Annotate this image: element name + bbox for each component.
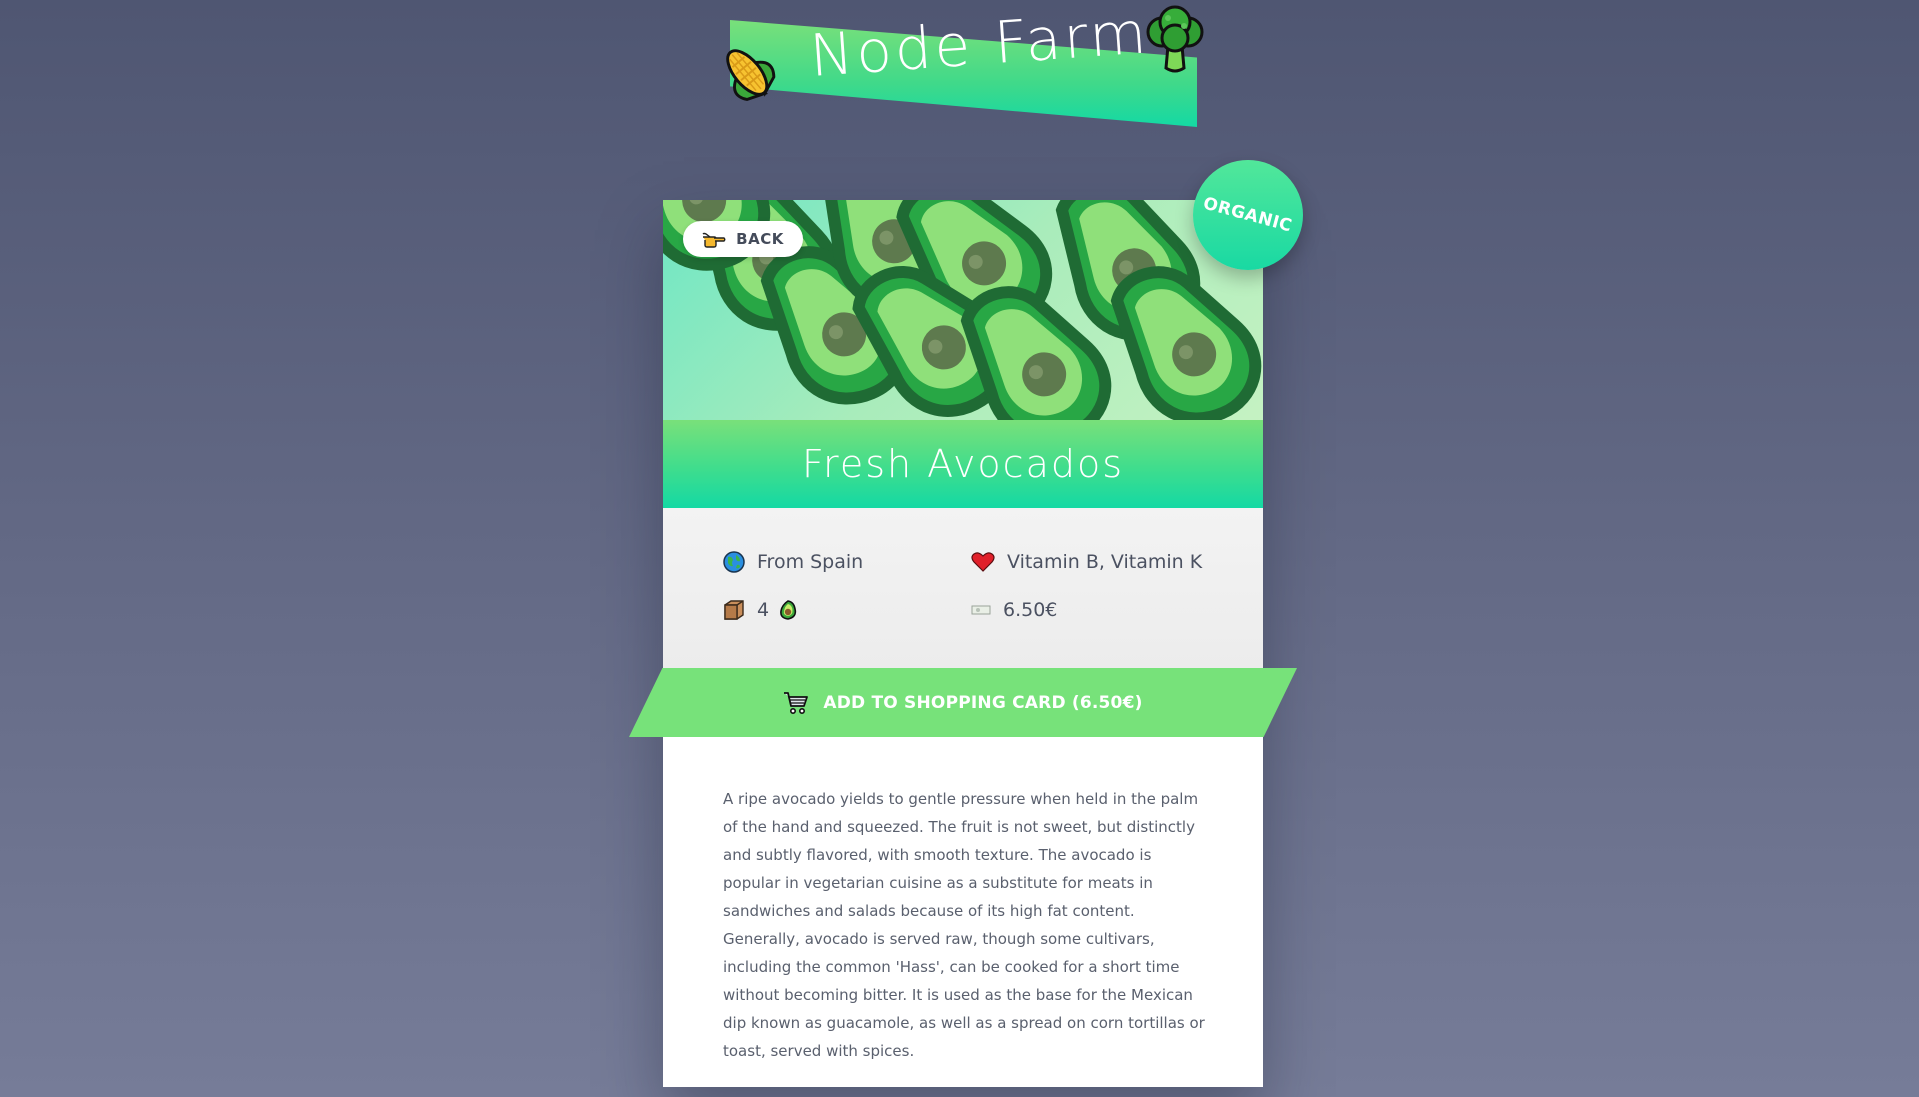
- product-details: From Spain Vitamin B, Vitamin K 4 6.50€: [663, 508, 1263, 673]
- pointing-hand-icon: [702, 232, 726, 248]
- origin-text: From Spain: [757, 551, 864, 573]
- price-text: 6.50€: [1003, 599, 1058, 621]
- product-description: A ripe avocado yields to gentle pressure…: [723, 790, 1205, 1060]
- product-card: BACK ORGANIC Fresh Avocados From Spain V…: [629, 160, 1303, 1087]
- organic-badge-label: ORGANIC: [1201, 193, 1295, 237]
- broccoli-icon: [1146, 5, 1204, 73]
- product-nutrients: Vitamin B, Vitamin K: [971, 551, 1202, 573]
- avocado-icon: [780, 600, 797, 620]
- back-label: BACK: [736, 230, 784, 248]
- product-title: Fresh Avocados: [801, 442, 1125, 486]
- quantity-text: 4: [757, 599, 770, 621]
- add-to-cart-button[interactable]: ADD TO SHOPPING CARD (6.50€): [629, 668, 1297, 737]
- organic-badge: ORGANIC: [1193, 160, 1303, 270]
- add-to-cart-label: ADD TO SHOPPING CARD (6.50€): [823, 692, 1143, 713]
- site-header: Node Farm: [0, 0, 1919, 140]
- product-origin: From Spain: [723, 551, 863, 573]
- globe-icon: [723, 551, 745, 573]
- product-price: 6.50€: [971, 599, 1057, 621]
- nutrients-text: Vitamin B, Vitamin K: [1007, 551, 1203, 573]
- box-icon: [724, 600, 744, 620]
- heart-icon: [971, 552, 995, 572]
- corn-icon: [726, 49, 776, 101]
- product-hero-image: BACK: [663, 200, 1263, 420]
- money-icon: [971, 605, 991, 615]
- cart-icon: [784, 691, 809, 714]
- product-quantity: 4: [723, 599, 799, 621]
- product-title-band: Fresh Avocados: [663, 420, 1263, 508]
- back-button[interactable]: BACK: [683, 221, 803, 257]
